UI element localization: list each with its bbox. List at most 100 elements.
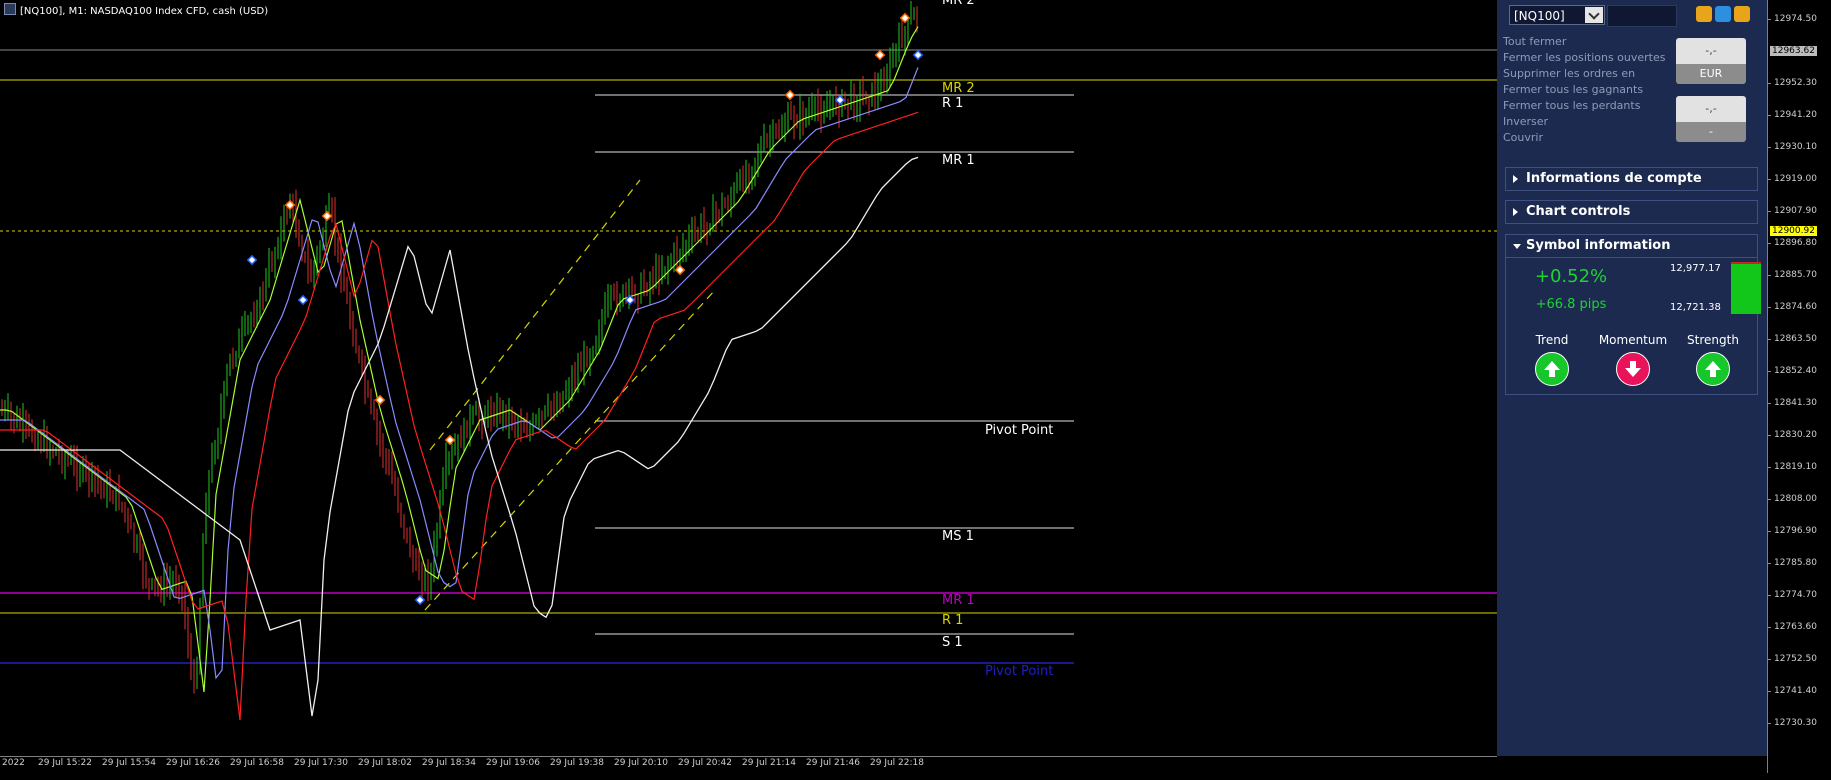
fractal-marker bbox=[912, 49, 924, 61]
section-symbol-label: Symbol information bbox=[1526, 238, 1671, 253]
level-label-r1: R 1 bbox=[942, 96, 963, 111]
price-tick-label: 12763.60 bbox=[1767, 622, 1817, 632]
price-tick-label: 12896.80 bbox=[1767, 238, 1817, 248]
arrow-up-icon bbox=[1535, 352, 1569, 386]
ma-slow-line bbox=[0, 111, 919, 721]
close-action-item[interactable]: Couvrir bbox=[1503, 130, 1679, 146]
ma-long-line bbox=[0, 156, 919, 717]
time-tick-label: 29 Jul 20:10 bbox=[614, 758, 668, 768]
section-chart-label: Chart controls bbox=[1526, 204, 1631, 219]
time-tick-label: 29 Jul 17:30 bbox=[294, 758, 348, 768]
trend-channel-lower bbox=[424, 289, 716, 611]
close-action-item[interactable]: Fermer tous les perdants bbox=[1503, 98, 1679, 114]
buy-price-currency: EUR bbox=[1676, 64, 1746, 84]
chevron-down-icon[interactable] bbox=[1585, 7, 1603, 23]
indicator-label: Strength bbox=[1687, 333, 1739, 347]
price-badge-current: 12900.92 bbox=[1770, 226, 1817, 236]
price-tick-label: 12796.90 bbox=[1767, 526, 1817, 536]
time-tick-label: 29 Jul 21:46 bbox=[806, 758, 860, 768]
close-action-item[interactable]: Supprimer les ordres en bbox=[1503, 66, 1679, 82]
time-tick-label: 29 Jul 21:14 bbox=[742, 758, 796, 768]
price-tick-label: 12819.10 bbox=[1767, 462, 1817, 472]
time-tick-label: 29 Jul 16:58 bbox=[230, 758, 284, 768]
settings-icon[interactable] bbox=[1715, 6, 1731, 22]
expand-icon[interactable] bbox=[1734, 6, 1750, 22]
price-tick-label: 12874.60 bbox=[1767, 302, 1817, 312]
time-tick-label: 29 Jul 22:18 bbox=[870, 758, 924, 768]
fractal-marker bbox=[246, 254, 258, 266]
sell-price-value: -,- bbox=[1676, 96, 1746, 122]
symbol-select-value: [NQ100] bbox=[1514, 9, 1565, 23]
close-action-item[interactable]: Fermer tous les gagnants bbox=[1503, 82, 1679, 98]
time-scale[interactable]: 2022 29 Jul 15:22 29 Jul 15:54 29 Jul 16:26… bbox=[0, 756, 1497, 780]
level-label-mr1-daily: MR 1 bbox=[942, 593, 975, 608]
chart-title-text: [NQ100], M1: NASDAQ100 Index CFD, cash (… bbox=[20, 6, 269, 17]
sell-price-sub: - bbox=[1676, 122, 1746, 142]
fractal-marker bbox=[321, 210, 333, 222]
price-tick-label: 12930.10 bbox=[1767, 142, 1817, 152]
fractal-marker bbox=[414, 594, 426, 606]
time-tick-label: 29 Jul 19:38 bbox=[550, 758, 604, 768]
price-tick-label: 12941.20 bbox=[1767, 110, 1817, 120]
chart-area[interactable]: MR 2 MR 2R 1 MR 1 Pivot Point MS 1 MR 1R 1S 1… bbox=[0, 0, 1497, 773]
fractal-marker bbox=[444, 434, 456, 446]
ma-fast-line bbox=[0, 26, 919, 693]
price-chart[interactable]: MR 2MR 2R 1MR 1Pivot PointMS 1MR 1R 1S 1… bbox=[0, 0, 1497, 756]
price-scale[interactable]: 12974.50 12952.30 12941.20 12930.10 12919.00… bbox=[1767, 0, 1831, 773]
indicator-trend: Trend bbox=[1512, 333, 1592, 386]
price-tick-label: 12885.70 bbox=[1767, 270, 1817, 280]
price-tick-label: 12741.40 bbox=[1767, 686, 1817, 696]
level-label-pivot-daily: Pivot Point bbox=[985, 664, 1053, 679]
close-action-item[interactable]: Fermer les positions ouvertes bbox=[1503, 50, 1679, 66]
price-tick-label: 12852.40 bbox=[1767, 366, 1817, 376]
chevron-right-icon bbox=[1513, 208, 1518, 216]
close-action-item[interactable]: Inverser bbox=[1503, 114, 1679, 130]
buy-price-value: -,- bbox=[1676, 38, 1746, 64]
range-high: 12,977.17 bbox=[1670, 263, 1721, 274]
symbol-select[interactable]: [NQ100] bbox=[1509, 5, 1605, 25]
level-label-pivot: Pivot Point bbox=[985, 423, 1053, 438]
time-tick-label: 29 Jul 20:42 bbox=[678, 758, 732, 768]
copy-icon[interactable] bbox=[1696, 6, 1712, 22]
time-tick-label: 29 Jul 18:02 bbox=[358, 758, 412, 768]
sell-price-button[interactable]: -,- - bbox=[1676, 96, 1746, 142]
price-tick-label: 12785.80 bbox=[1767, 558, 1817, 568]
arrow-down-icon bbox=[1616, 352, 1650, 386]
volume-input[interactable] bbox=[1607, 5, 1677, 27]
price-tick-label: 12974.50 bbox=[1767, 14, 1817, 24]
arrow-up-icon bbox=[1696, 352, 1730, 386]
close-action-item[interactable]: Tout fermer bbox=[1503, 34, 1679, 50]
time-tick-label: 29 Jul 18:34 bbox=[422, 758, 476, 768]
time-tick-label: 2022 bbox=[2, 758, 25, 768]
price-tick-label: 12841.30 bbox=[1767, 398, 1817, 408]
percent-change: +0.52% bbox=[1534, 266, 1608, 287]
price-tick-label: 12830.20 bbox=[1767, 430, 1817, 440]
close-actions-list: Tout fermer Fermer les positions ouvertes… bbox=[1503, 34, 1679, 146]
indicator-label: Trend bbox=[1535, 333, 1569, 347]
chevron-right-icon bbox=[1513, 175, 1518, 183]
price-tick-label: 12907.90 bbox=[1767, 206, 1817, 216]
section-chart-controls[interactable]: Chart controls bbox=[1505, 200, 1758, 224]
trading-side-panel: [NQ100] Tout fermer Fermer les positions … bbox=[1497, 0, 1767, 756]
chart-window-icon bbox=[4, 3, 16, 15]
price-tick-label: 12808.00 bbox=[1767, 494, 1817, 504]
time-tick-label: 29 Jul 15:22 bbox=[38, 758, 92, 768]
indicator-momentum: Momentum bbox=[1593, 333, 1673, 386]
price-tick-label: 12774.70 bbox=[1767, 590, 1817, 600]
price-tick-label: 12752.50 bbox=[1767, 654, 1817, 664]
fractal-marker bbox=[874, 49, 886, 61]
price-badge-upper: 12963.62 bbox=[1770, 46, 1817, 56]
buy-price-button[interactable]: -,- EUR bbox=[1676, 38, 1746, 84]
section-account-info[interactable]: Informations de compte bbox=[1505, 167, 1758, 191]
section-symbol-info[interactable]: Symbol information bbox=[1505, 234, 1758, 258]
section-account-label: Informations de compte bbox=[1526, 171, 1702, 186]
range-low: 12,721.38 bbox=[1670, 302, 1721, 313]
price-tick-label: 12952.30 bbox=[1767, 78, 1817, 88]
fractal-marker bbox=[784, 89, 796, 101]
time-tick-label: 29 Jul 19:06 bbox=[486, 758, 540, 768]
price-tick-label: 12863.50 bbox=[1767, 334, 1817, 344]
level-label-mr1: MR 1 bbox=[942, 153, 975, 168]
symbol-info-body: +0.52% +66.8 pips 12,977.17 12,721.38 Tr… bbox=[1505, 257, 1761, 395]
level-label-ms1: MS 1 bbox=[942, 529, 974, 544]
chart-title: [NQ100], M1: NASDAQ100 Index CFD, cash (… bbox=[4, 3, 268, 17]
